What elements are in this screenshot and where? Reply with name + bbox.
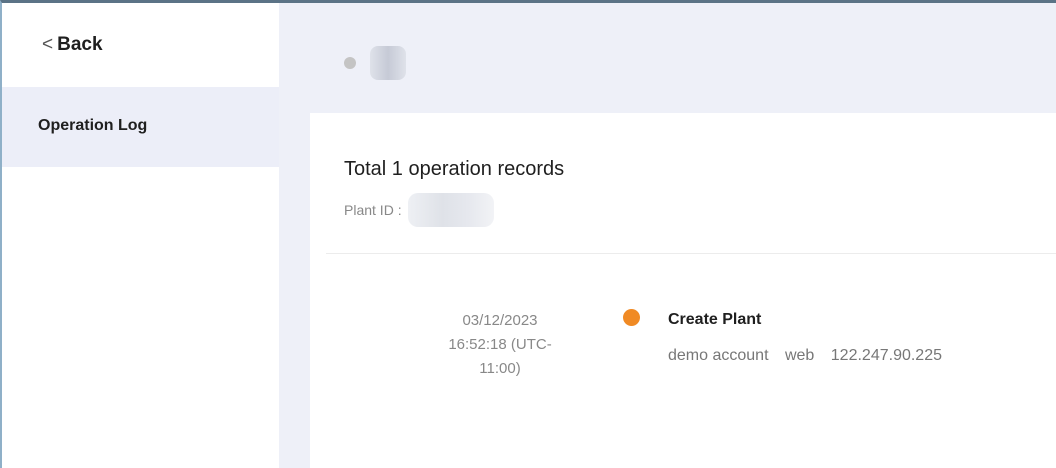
log-date: 03/12/2023: [462, 312, 538, 329]
back-button[interactable]: < Back: [42, 34, 103, 56]
sidebar: < Back Operation Log: [2, 3, 279, 468]
log-action: Create Plant: [668, 311, 762, 328]
log-meta: demo account web 122.247.90.225: [668, 347, 954, 365]
plant-id-row: Plant ID :: [344, 193, 494, 227]
plant-header: [279, 3, 1056, 113]
redacted-plant-id: [407, 193, 494, 227]
log-entry: 03/12/2023 16:52:18 (UTC- 11:00) Create …: [310, 309, 1056, 409]
log-timezone: 11:00): [479, 360, 521, 377]
log-user: demo account: [668, 347, 769, 364]
sidebar-item-label: Operation Log: [38, 117, 148, 134]
back-label: Back: [57, 34, 103, 55]
divider: [326, 253, 1056, 254]
chevron-left-icon: <: [42, 34, 54, 55]
records-count-title: Total 1 operation records: [344, 158, 565, 180]
log-ip: 122.247.90.225: [830, 347, 942, 364]
status-dot-icon: [344, 57, 356, 69]
sidebar-item-operation-log[interactable]: Operation Log: [2, 87, 279, 167]
log-source: web: [784, 347, 815, 364]
redacted-plant-name: [370, 46, 406, 80]
timeline-dot-icon: [623, 309, 640, 326]
log-time: 16:52:18 (UTC-: [448, 336, 552, 353]
plant-id-label: Plant ID :: [344, 202, 402, 218]
operation-log-card: Total 1 operation records Plant ID : 03/…: [310, 113, 1056, 468]
log-timestamp: 03/12/2023 16:52:18 (UTC- 11:00): [430, 309, 570, 381]
app-window: < Back Operation Log Total 1 operation r…: [0, 0, 1056, 468]
